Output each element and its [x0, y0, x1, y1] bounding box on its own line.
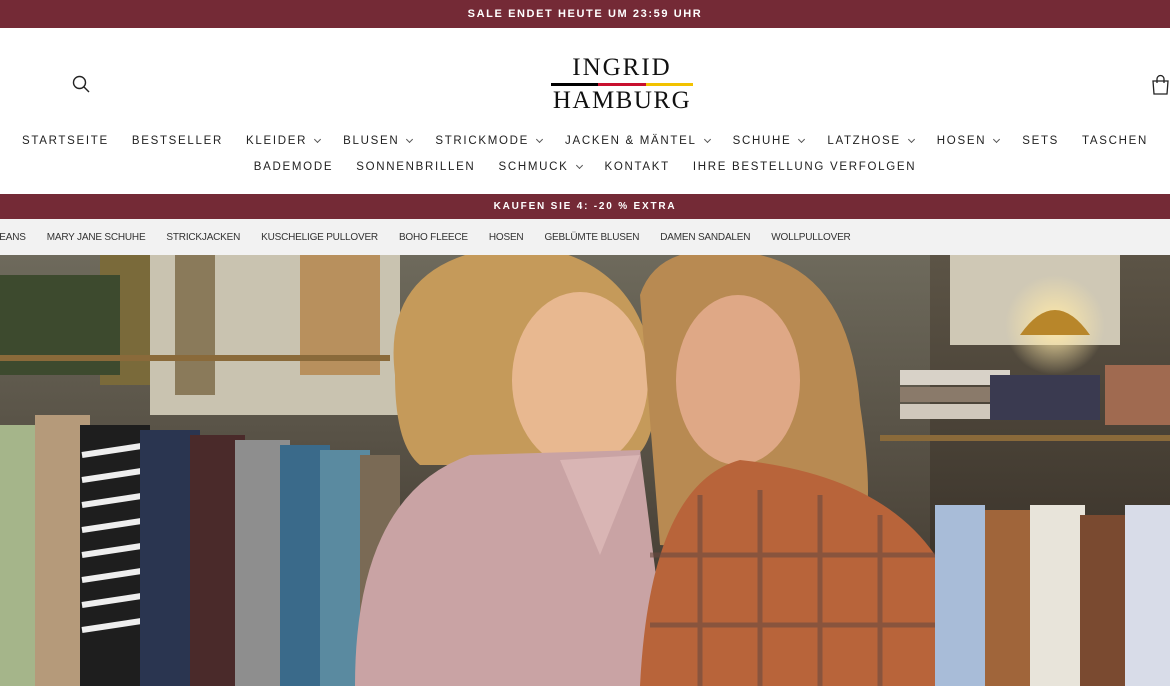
- nav-item-hosen[interactable]: HOSEN: [925, 132, 1010, 150]
- logo[interactable]: INGRID HAMBURG: [548, 54, 696, 114]
- nav-item-kontakt[interactable]: KONTAKT: [593, 158, 681, 176]
- nav-item-label: JACKEN & MÄNTEL: [565, 135, 697, 147]
- hero-illustration: [0, 255, 1170, 686]
- search-icon: [72, 75, 90, 93]
- nav-item-latzhose[interactable]: LATZHOSE: [816, 132, 925, 150]
- chip-wollpullover[interactable]: WOLLPULLOVER: [761, 232, 861, 243]
- nav-item-label: KONTAKT: [604, 161, 670, 173]
- nav-item-strickmode[interactable]: STRICKMODE: [424, 132, 554, 150]
- nav-item-label: BESTSELLER: [131, 135, 223, 147]
- nav-item-label: SCHUHE: [732, 135, 792, 147]
- chevron-down-icon: [406, 135, 414, 144]
- flag-red: [598, 83, 646, 86]
- nav-item-label: HOSEN: [936, 135, 987, 147]
- hero-banner-image[interactable]: [0, 255, 1170, 686]
- main-nav-row-1: STARTSEITE BESTSELLER KLEIDER BLUSEN STRICKM…: [0, 132, 1170, 150]
- nav-item-schuhe[interactable]: SCHUHE: [721, 132, 816, 150]
- logo-line-1: INGRID: [572, 54, 672, 81]
- chip-damen-sandalen[interactable]: DAMEN SANDALEN: [650, 232, 761, 243]
- chip-kuschelige-pullover[interactable]: KUSCHELIGE PULLOVER: [251, 232, 389, 243]
- nav-item-label: STRICKMODE: [435, 135, 529, 147]
- announcement-text: SALE ENDET HEUTE UM 23:59 UHR: [467, 8, 703, 20]
- chevron-down-icon: [993, 135, 1001, 144]
- shopping-bag-icon: [1152, 74, 1169, 95]
- nav-item-label: SCHMUCK: [498, 161, 569, 173]
- nav-item-label: BLUSEN: [343, 135, 400, 147]
- chip-mary-jane-schuhe[interactable]: MARY JANE SCHUHE: [36, 232, 156, 243]
- nav-item-label: STARTSEITE: [21, 135, 109, 147]
- nav-item-kleider[interactable]: KLEIDER: [234, 132, 331, 150]
- nav-item-schmuck[interactable]: SCHMUCK: [487, 158, 593, 176]
- nav-item-sonnenbrillen[interactable]: SONNENBRILLEN: [345, 158, 487, 176]
- nav-item-label: SONNENBRILLEN: [356, 161, 476, 173]
- nav-item-label: TASCHEN: [1082, 135, 1149, 147]
- chip-track: JEANSMARY JANE SCHUHESTRICKJACKENKUSCHEL…: [0, 232, 861, 243]
- main-nav-row-2: BADEMODE SONNENBRILLEN SCHMUCK KONTAKT IHRE …: [0, 158, 1170, 176]
- nav-item-sets[interactable]: SETS: [1011, 132, 1071, 150]
- announcement-bar: SALE ENDET HEUTE UM 23:59 UHR: [0, 0, 1170, 28]
- chevron-down-icon: [575, 161, 583, 170]
- nav-item-label: IHRE BESTELLUNG VERFOLGEN: [692, 161, 917, 173]
- search-button[interactable]: [71, 74, 91, 94]
- nav-item-label: LATZHOSE: [827, 135, 901, 147]
- nav-item-bademode[interactable]: BADEMODE: [242, 158, 344, 176]
- nav-item-blusen[interactable]: BLUSEN: [332, 132, 424, 150]
- nav-item-bestseller[interactable]: BESTSELLER: [120, 132, 234, 150]
- promo-bar: KAUFEN SIE 4: -20 % EXTRA: [0, 194, 1170, 219]
- chevron-down-icon: [314, 135, 322, 144]
- chip-strickjacken[interactable]: STRICKJACKEN: [156, 232, 251, 243]
- chip-boho-fleece[interactable]: BOHO FLEECE: [388, 232, 478, 243]
- chip-jeans[interactable]: JEANS: [0, 232, 36, 243]
- nav-item-startseite[interactable]: STARTSEITE: [10, 132, 120, 150]
- logo-flag-stripe: [551, 83, 693, 86]
- chip-hosen[interactable]: HOSEN: [478, 232, 534, 243]
- chip-gebluemte-blusen[interactable]: GEBLÜMTE BLUSEN: [534, 232, 650, 243]
- nav-item-ihre-bestellung-verfolgen[interactable]: IHRE BESTELLUNG VERFOLGEN: [681, 158, 927, 176]
- chevron-down-icon: [535, 135, 544, 144]
- chevron-down-icon: [703, 135, 711, 144]
- flag-black: [551, 83, 599, 86]
- cart-button[interactable]: [1150, 74, 1170, 96]
- chevron-down-icon: [798, 135, 806, 144]
- nav-item-taschen[interactable]: TASCHEN: [1071, 132, 1160, 150]
- flag-gold: [645, 83, 693, 86]
- nav-item-jacken-maentel[interactable]: JACKEN & MÄNTEL: [554, 132, 722, 150]
- chevron-down-icon: [907, 135, 915, 144]
- promo-text: KAUFEN SIE 4: -20 % EXTRA: [493, 201, 677, 212]
- nav-item-label: BADEMODE: [253, 161, 334, 173]
- nav-item-label: KLEIDER: [245, 135, 308, 147]
- nav-item-label: SETS: [1022, 135, 1060, 147]
- logo-line-2: HAMBURG: [552, 87, 692, 114]
- category-chip-bar: JEANSMARY JANE SCHUHESTRICKJACKENKUSCHEL…: [0, 219, 1170, 255]
